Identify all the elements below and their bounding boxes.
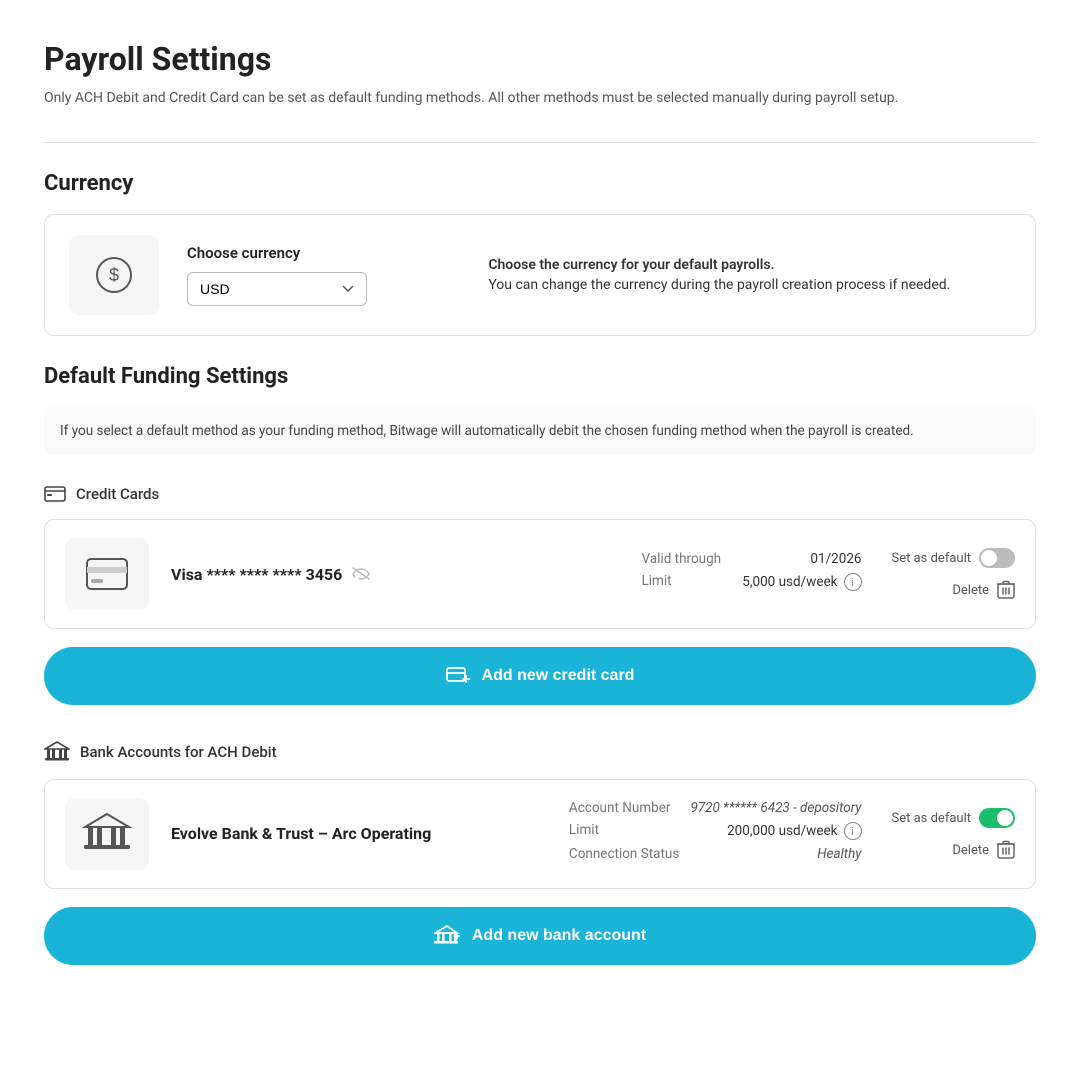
visa-card-number: Visa **** **** **** 3456 [171,565,612,584]
currency-select[interactable]: USD EUR GBP [187,272,367,306]
bank-accounts-header: Bank Accounts for ACH Debit [44,741,1036,763]
valid-through-value: 01/2026 [810,551,861,567]
set-default-label: Set as default [892,551,972,566]
limit-info-icon[interactable]: i [844,573,862,591]
bank-delete-label: Delete [952,843,989,858]
currency-label: Choose currency [187,244,448,262]
bank-delete-row: Delete [952,840,1015,860]
add-bank-icon [434,925,460,947]
bank-set-default-toggle[interactable] [979,808,1015,828]
add-bank-account-label: Add new bank account [472,927,646,945]
limit-row: Limit 5,000 usd/week i [642,573,862,591]
bank-account-info: Evolve Bank & Trust – Arc Operating [171,824,539,845]
funding-description: If you select a default method as your f… [44,407,1036,455]
bank-account-details: Account Number 9720 ****** 6423 - deposi… [569,800,862,868]
currency-desc-strong: Choose the currency for your default pay… [488,257,1011,273]
valid-through-label: Valid through [642,551,722,567]
visa-card-icon [85,557,129,591]
account-number-value: 9720 ****** 6423 - depository [690,800,861,816]
bank-account-row: Evolve Bank & Trust – Arc Operating Acco… [44,779,1036,889]
visa-card-actions: Set as default Delete [892,548,1016,600]
credit-cards-label: Credit Cards [76,485,159,503]
bank-name: Evolve Bank & Trust – Arc Operating [171,824,539,845]
valid-through-row: Valid through 01/2026 [642,551,862,567]
bank-limit-row: Limit 200,000 usd/week i [569,822,862,840]
currency-section-title: Currency [44,171,1036,196]
page-subtitle: Only ACH Debit and Credit Card can be se… [44,90,1036,106]
svg-text:$: $ [109,265,119,285]
bank-accounts-label: Bank Accounts for ACH Debit [80,743,277,761]
delete-label: Delete [952,583,989,598]
add-bank-account-button[interactable]: Add new bank account [44,907,1036,965]
title-divider [44,142,1036,143]
account-number-row: Account Number 9720 ****** 6423 - deposi… [569,800,862,816]
connection-status-row: Connection Status Healthy [569,846,862,862]
delete-icon[interactable] [997,580,1015,600]
visa-card-info: Visa **** **** **** 3456 [171,565,612,584]
connection-status-label: Connection Status [569,846,679,862]
delete-row: Delete [952,580,1015,600]
bank-set-default-label: Set as default [892,811,972,826]
currency-info: Choose currency USD EUR GBP [187,244,448,306]
add-card-icon [446,665,470,687]
limit-value: 5,000 usd/week i [742,573,861,591]
funding-section-title: Default Funding Settings [44,364,1036,389]
currency-card: $ Choose currency USD EUR GBP Choose the… [44,214,1036,336]
add-credit-card-button[interactable]: Add new credit card [44,647,1036,705]
bank-set-default-row: Set as default [892,808,1016,828]
visa-card-details: Valid through 01/2026 Limit 5,000 usd/we… [642,551,862,597]
page-title: Payroll Settings [44,40,1036,78]
bank-limit-label: Limit [569,822,599,840]
visa-card-row: Visa **** **** **** 3456 Valid through 0… [44,519,1036,629]
credit-card-icon [44,486,66,502]
currency-desc-text: You can change the currency during the p… [488,277,950,293]
connection-status-value: Healthy [817,846,861,862]
bank-limit-value: 200,000 usd/week i [727,822,861,840]
bank-account-actions: Set as default Delete [892,808,1016,860]
set-default-toggle[interactable] [979,548,1015,568]
bank-icon [44,741,70,763]
bank-account-icon-box [65,798,149,870]
bank-limit-info-icon[interactable]: i [844,822,862,840]
currency-icon-box: $ [69,235,159,315]
account-number-label: Account Number [569,800,671,816]
currency-description: Choose the currency for your default pay… [448,257,1011,293]
limit-label: Limit [642,573,672,591]
bank-building-icon [82,811,132,857]
eye-slash-icon [352,565,370,584]
dollar-circle-icon: $ [94,255,134,295]
visa-icon-box [65,538,149,610]
set-default-row: Set as default [892,548,1016,568]
bank-delete-icon[interactable] [997,840,1015,860]
credit-cards-header: Credit Cards [44,485,1036,503]
add-credit-card-label: Add new credit card [482,667,635,685]
